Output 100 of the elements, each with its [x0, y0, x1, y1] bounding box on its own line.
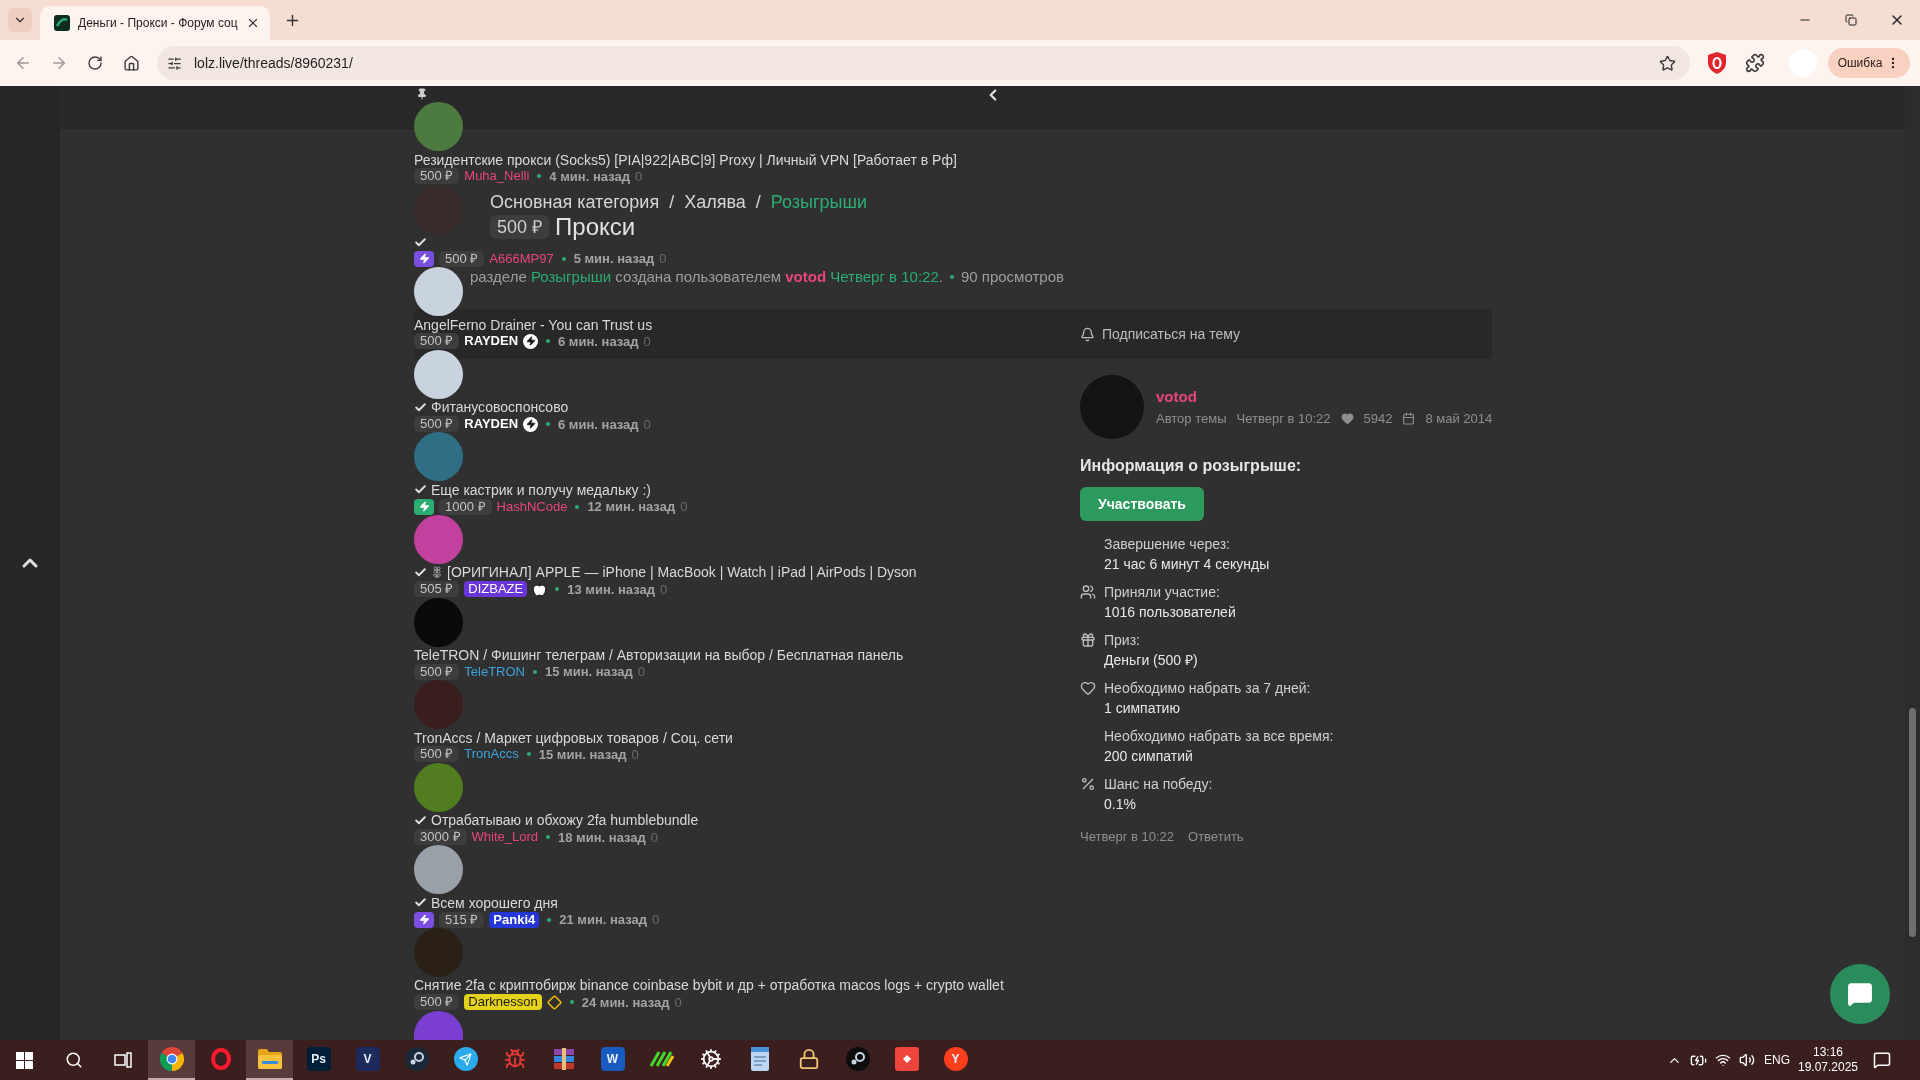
- breadcrumb-link[interactable]: Розыгрыши: [770, 191, 868, 213]
- thread-title[interactable]: Еще кастрик и получу медальку :): [431, 481, 651, 498]
- post-time: 24 мин. назад: [581, 994, 670, 1010]
- reply-count: 0: [643, 416, 651, 432]
- browser-tab[interactable]: Деньги - Прокси - Форум соц: [40, 6, 270, 40]
- author-name[interactable]: HashNCode: [496, 498, 568, 515]
- taskbar-app-button[interactable]: [246, 1040, 293, 1080]
- fact-label: Шанс на победу:: [1104, 775, 1213, 793]
- site-settings-icon[interactable]: [167, 55, 182, 71]
- clock[interactable]: 13:16 19.07.2025: [1796, 1045, 1860, 1075]
- pin-icon: [416, 88, 428, 100]
- fact-value: Деньги (500 ₽): [1104, 651, 1198, 669]
- join-button[interactable]: Участвовать: [1080, 487, 1204, 521]
- heart-icon: [1080, 680, 1096, 696]
- likes-count: 5942: [1363, 411, 1393, 426]
- heart-icon: [1340, 412, 1354, 425]
- fact-value: 200 симпатий: [1104, 747, 1194, 765]
- thread-title[interactable]: Фитанусовоспонсово: [431, 399, 569, 416]
- app-logo: Ps: [306, 1047, 331, 1071]
- windows-icon[interactable]: [16, 1051, 33, 1069]
- stripes-icon: [649, 1050, 674, 1068]
- app-logo: Y: [943, 1047, 968, 1071]
- taskbar-app-button[interactable]: V: [344, 1040, 391, 1080]
- thread-title[interactable]: [ОРИГИНАЛ] APPLE — iPhone | MacBook | Watch | iPad | AirPods | Dyson: [447, 564, 917, 581]
- author-name[interactable]: Muha_Nelli: [464, 168, 530, 185]
- price-badge: 505 ₽: [414, 581, 460, 598]
- search-icon[interactable]: [64, 1051, 83, 1069]
- close-tab-icon[interactable]: [246, 16, 260, 30]
- calendar-icon: [1402, 412, 1416, 425]
- taskbar-app-button[interactable]: [148, 1040, 195, 1080]
- reply-count: 0: [643, 334, 651, 349]
- subscribe-button[interactable]: Подписаться на тему: [1080, 326, 1240, 342]
- author-name[interactable]: RAYDEN: [464, 333, 518, 350]
- ring-icon: [209, 1048, 232, 1070]
- address-bar[interactable]: lolz.live/threads/8960231/: [157, 46, 1690, 80]
- post-time: 13 мин. назад: [567, 581, 655, 597]
- extensions-icon[interactable]: [1745, 53, 1765, 73]
- price-badge: 500 ₽: [414, 746, 460, 763]
- author-name[interactable]: RAYDEN: [464, 416, 518, 433]
- price-badge: 500 ₽: [414, 333, 460, 350]
- dot-icon: [533, 669, 537, 674]
- author-name[interactable]: DIZBAZE: [464, 581, 528, 598]
- language-indicator[interactable]: ENG: [1764, 1053, 1790, 1067]
- thread-title[interactable]: Снятие 2fa с криптобирж binance coinbase bybit и др + отработка macos logs + crypto wallet: [414, 977, 1004, 994]
- tab-title: Деньги - Прокси - Форум соц: [78, 16, 238, 30]
- fact-label: Приз:: [1104, 631, 1141, 649]
- volume-icon[interactable]: [1739, 1052, 1755, 1068]
- post-time: 6 мин. назад: [558, 416, 639, 432]
- orb-icon: [159, 1047, 184, 1071]
- author-name[interactable]: TronAccs: [464, 746, 519, 763]
- fact-value: 1 симпатию: [1104, 699, 1181, 717]
- reload-icon[interactable]: [87, 55, 103, 71]
- taskbar-app-button[interactable]: Ps: [295, 1040, 342, 1080]
- giveaway-heading: Информация о розыгрыше:: [1080, 457, 1302, 475]
- price-badge: 3000 ₽: [414, 829, 467, 846]
- author-name[interactable]: A666MP97: [489, 250, 554, 267]
- wifi-icon[interactable]: [1715, 1052, 1731, 1068]
- fact-label: Завершение через:: [1104, 535, 1231, 553]
- breadcrumb-link[interactable]: Халява: [684, 191, 746, 213]
- thread-title[interactable]: TeleTRON / Фишинг телеграм / Авторизации на выбор / Бесплатная панель: [414, 647, 904, 664]
- taskbar-app-button[interactable]: W: [589, 1040, 636, 1080]
- paper-plane-icon: [453, 1047, 478, 1071]
- author-name[interactable]: votod: [1156, 388, 1493, 405]
- join-date: 8 май 2014: [1425, 411, 1493, 426]
- reply-link[interactable]: Ответить: [1188, 829, 1244, 844]
- price-badge: 500 ₽: [414, 416, 460, 433]
- bookmark-star-icon[interactable]: [1659, 54, 1676, 72]
- breadcrumb-link[interactable]: Основная категория: [490, 191, 660, 213]
- author-name[interactable]: TeleTRON: [464, 663, 525, 680]
- diamond-tile-icon: [894, 1047, 919, 1071]
- date-link[interactable]: Четверг в 10:22: [830, 268, 939, 285]
- profile-button[interactable]: Ошибка: [1828, 48, 1910, 78]
- tab-list-button[interactable]: [8, 8, 32, 32]
- padlock-icon: [797, 1048, 820, 1070]
- fact-label: Необходимо набрать за 7 дней:: [1104, 679, 1311, 697]
- shield-icon[interactable]: [1705, 51, 1729, 75]
- section-link[interactable]: Розыгрыши: [530, 268, 612, 285]
- thread-title[interactable]: TronAccs / Маркет цифровых товаров / Соц. сети: [414, 729, 733, 746]
- author-name[interactable]: Darknesson: [464, 994, 542, 1011]
- author-name[interactable]: White_Lord: [471, 829, 539, 846]
- reply-count: 0: [634, 168, 643, 184]
- reply-count: 0: [631, 746, 639, 762]
- scrollbar-thumb[interactable]: [1909, 708, 1916, 937]
- restore-icon[interactable]: [1845, 14, 1857, 26]
- notepad-icon: [749, 1047, 770, 1071]
- fact-value: 1016 пользователей: [1104, 603, 1236, 621]
- dot-icon: [537, 174, 542, 179]
- post-time: 4 мин. назад: [549, 168, 630, 184]
- thread-title[interactable]: AngelFerno Drainer - You can Trust us: [414, 316, 653, 333]
- thread-title[interactable]: Резидентские прокси (Socks5) [PIA|922|ABC|9] Proxy | Личный VPN [Работает в Рф]: [414, 151, 957, 168]
- notifications-icon[interactable]: [1873, 1051, 1891, 1069]
- thread-title[interactable]: Отрабатываю и обхожу 2fa humblebundle: [431, 812, 699, 829]
- author-link[interactable]: votod: [785, 268, 827, 285]
- thread-title[interactable]: Всем хорошего дня: [431, 894, 558, 911]
- home-icon[interactable]: [122, 54, 140, 72]
- dot-icon: [575, 504, 580, 509]
- post-time: 5 мин. назад: [573, 251, 655, 267]
- dot-icon: [526, 752, 531, 757]
- task-view-icon[interactable]: [113, 1052, 132, 1068]
- post-time: 21 мин. назад: [559, 912, 647, 928]
